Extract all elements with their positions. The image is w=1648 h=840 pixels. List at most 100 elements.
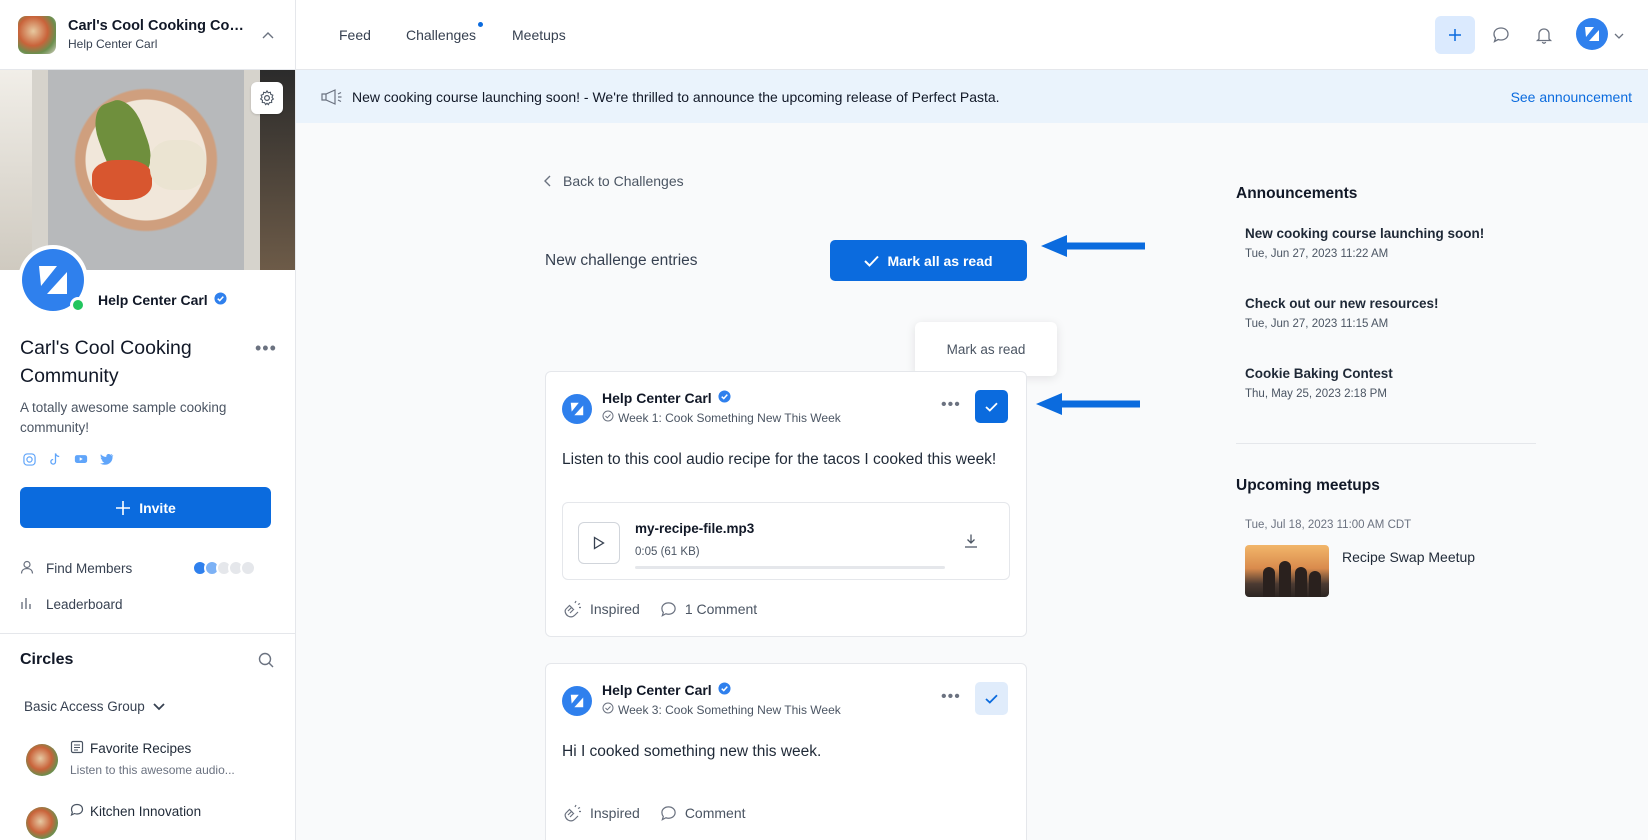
chat-icon[interactable] (1491, 25, 1511, 45)
challenge-week[interactable]: Week 1: Cook Something New This Week (618, 411, 841, 425)
sidebar-item-find-members[interactable]: Find Members (20, 560, 132, 577)
announcement-title: Cookie Baking Contest (1245, 366, 1393, 381)
sidebar-item-label: Leaderboard (46, 597, 123, 612)
check-circle-icon (602, 410, 614, 425)
circle-name: Kitchen Innovation (90, 804, 202, 819)
inspired-label: Inspired (590, 805, 640, 821)
author-name[interactable]: Help Center Carl (602, 390, 712, 406)
mark-all-as-read-button[interactable]: Mark all as read (830, 240, 1027, 281)
profile-name: Help Center Carl (98, 292, 208, 308)
verified-icon (718, 682, 731, 698)
check-circle-icon (602, 702, 614, 717)
arrow-left-icon (1041, 235, 1145, 257)
announcements-heading: Announcements (1236, 185, 1358, 202)
announcement-item[interactable]: Cookie Baking Contest Thu, May 25, 2023 … (1245, 366, 1393, 400)
chevron-down-icon[interactable] (1614, 27, 1624, 45)
see-announcement-link[interactable]: See announcement (1511, 89, 1632, 105)
meetup-image[interactable] (1245, 545, 1329, 597)
youtube-icon[interactable] (74, 452, 88, 466)
circle-name: Favorite Recipes (90, 741, 192, 756)
invite-button[interactable]: Invite (20, 487, 271, 528)
community-logo (18, 15, 56, 54)
chevron-down-icon (153, 702, 165, 710)
tiktok-icon[interactable] (48, 452, 62, 466)
more-options-icon[interactable]: ••• (941, 688, 961, 706)
bell-icon[interactable] (1534, 25, 1554, 45)
download-icon[interactable] (963, 533, 979, 554)
audio-progress-bar[interactable] (635, 566, 945, 569)
inspired-button[interactable]: Inspired (562, 600, 640, 618)
author-name[interactable]: Help Center Carl (602, 682, 712, 698)
audio-meta: 0:05 (61 KB) (635, 546, 700, 558)
unread-dot (478, 22, 483, 27)
announcement-item[interactable]: New cooking course launching soon! Tue, … (1245, 226, 1484, 260)
cover-image (0, 70, 295, 270)
announcement-title: New cooking course launching soon! (1245, 226, 1485, 241)
document-icon (70, 740, 84, 757)
mark-as-read-tooltip: Mark as read (915, 322, 1057, 376)
circles-heading: Circles (20, 651, 74, 668)
community-name: Carl's Cool Cooking Community (20, 337, 192, 387)
avatar[interactable] (562, 686, 592, 716)
back-label: Back to Challenges (563, 173, 684, 189)
member-avatars (192, 560, 256, 576)
inspired-button[interactable]: Inspired (562, 804, 640, 822)
clap-icon (564, 600, 581, 618)
audio-file-name: my-recipe-file.mp3 (635, 521, 755, 536)
circle-item-favorite-recipes[interactable]: Favorite Recipes Listen to this awesome … (26, 740, 235, 777)
megaphone-icon (320, 88, 342, 105)
avatar[interactable] (562, 394, 592, 424)
mark-as-read-button[interactable] (975, 390, 1008, 423)
twitter-icon[interactable] (100, 452, 114, 466)
verified-icon (718, 390, 731, 406)
search-icon[interactable] (258, 652, 274, 673)
plus-icon (116, 500, 131, 515)
entry-body: Hi I cooked something new this week. (562, 743, 822, 760)
verified-icon (214, 292, 227, 308)
comment-button[interactable]: 1 Comment (660, 600, 757, 618)
challenge-week[interactable]: Week 3: Cook Something New This Week (618, 703, 841, 717)
access-group-dropdown[interactable]: Basic Access Group (24, 699, 165, 714)
check-icon (985, 402, 998, 412)
meetup-title[interactable]: Recipe Swap Meetup (1342, 549, 1475, 565)
user-avatar[interactable] (1576, 18, 1608, 50)
entry-actions: Inspired 1 Comment (562, 600, 757, 618)
comment-label: Comment (684, 805, 746, 821)
tab-meetups[interactable]: Meetups (512, 27, 566, 43)
circle-item-kitchen-innovation[interactable]: Kitchen Innovation (26, 803, 201, 839)
avatar (18, 245, 88, 315)
back-to-challenges-link[interactable]: Back to Challenges (544, 173, 684, 189)
more-options-icon[interactable]: ••• (255, 338, 277, 359)
instagram-icon[interactable] (22, 452, 36, 466)
chevron-up-icon[interactable] (259, 26, 277, 44)
check-icon (864, 255, 880, 267)
play-button[interactable] (578, 522, 620, 564)
community-switcher[interactable]: Carl's Cool Cooking Com... Help Center C… (0, 0, 295, 70)
main-content: Back to Challenges New challenge entries… (296, 123, 1648, 840)
sidebar-item-leaderboard[interactable]: Leaderboard (20, 596, 123, 613)
meetups-heading: Upcoming meetups (1236, 477, 1380, 494)
tab-feed[interactable]: Feed (339, 27, 371, 43)
section-title: New challenge entries (545, 252, 698, 269)
circle-avatar (26, 744, 58, 776)
announcement-banner: New cooking course launching soon! - We'… (296, 70, 1648, 123)
more-options-icon[interactable]: ••• (941, 396, 961, 414)
tab-challenges[interactable]: Challenges (406, 27, 476, 43)
inspired-label: Inspired (590, 601, 640, 617)
gear-icon[interactable] (251, 82, 283, 114)
mark-as-read-button[interactable] (975, 682, 1008, 715)
comment-label: 1 Comment (684, 601, 758, 617)
check-icon (985, 694, 998, 704)
comment-button[interactable]: Comment (660, 804, 746, 822)
sidebar: Carl's Cool Cooking Com... Help Center C… (0, 0, 296, 840)
profile[interactable]: Help Center Carl (18, 245, 227, 315)
divider (0, 633, 295, 634)
banner-text: New cooking course launching soon! - We'… (352, 88, 1000, 105)
audio-attachment: my-recipe-file.mp3 0:05 (61 KB) (562, 502, 1010, 580)
entry-body: Listen to this cool audio recipe for the… (562, 451, 997, 468)
announcement-item[interactable]: Check out our new resources! Tue, Jun 27… (1245, 296, 1439, 330)
create-button[interactable] (1435, 16, 1475, 54)
chat-icon (70, 803, 84, 820)
community-switcher-title: Carl's Cool Cooking Com... (68, 18, 246, 34)
divider (1236, 443, 1536, 444)
